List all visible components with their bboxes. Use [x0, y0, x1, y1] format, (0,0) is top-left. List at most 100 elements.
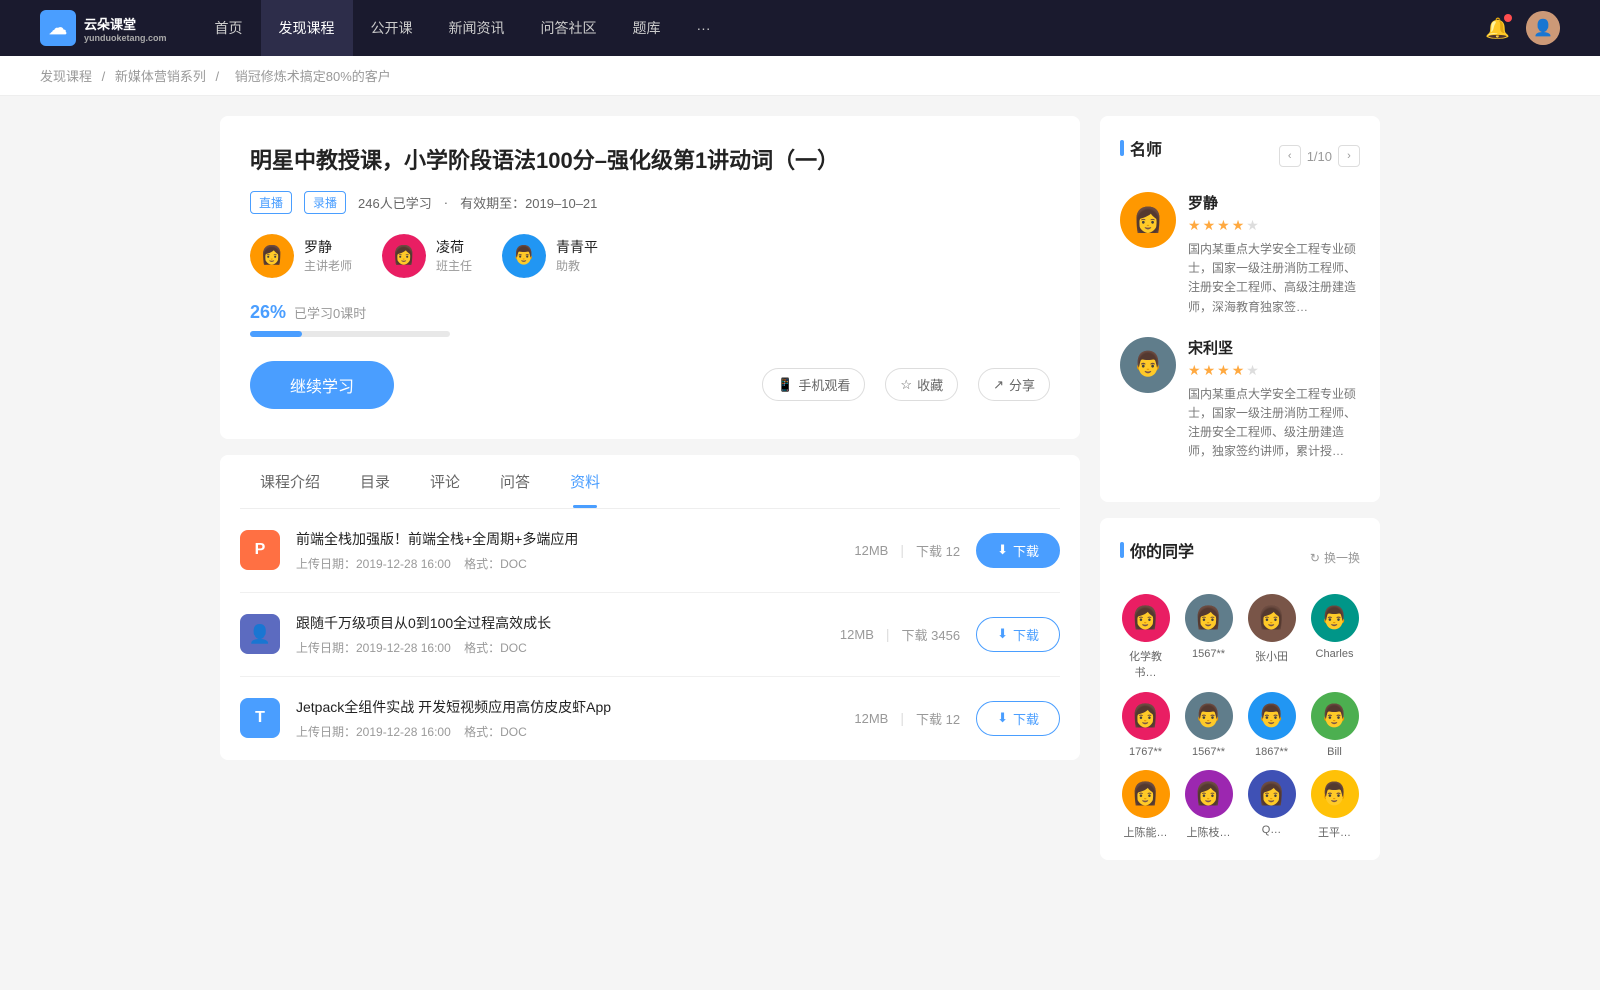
classmate-name-11: 王平… [1318, 824, 1351, 840]
nav-qa[interactable]: 问答社区 [523, 0, 615, 56]
nav-exam[interactable]: 题库 [615, 0, 679, 56]
nav-open[interactable]: 公开课 [353, 0, 431, 56]
classmates-header: 你的同学 ↻ 换一换 [1120, 538, 1360, 578]
refresh-classmates-button[interactable]: ↻ 换一换 [1310, 549, 1360, 566]
course-card: 明星中教授课，小学阶段语法100分–强化级第1讲动词（一） 直播 录播 246人… [220, 116, 1080, 439]
teachers-pagination: ‹ 1/10 › [1279, 145, 1360, 167]
breadcrumb: 发现课程 / 新媒体营销系列 / 销冠修炼术搞定80%的客户 [0, 56, 1600, 96]
classmates-grid: 👩 化学教书… 👩 1567** 👩 张小田 👨 Charles 👩 [1120, 594, 1360, 840]
classmate-avatar-8: 👩 [1122, 770, 1170, 818]
classmate-name-3: Charles [1316, 648, 1354, 660]
resource-info-0: 前端全栈加强版！前端全栈+全周期+多端应用 上传日期：2019-12-28 16… [296, 529, 838, 572]
classmate-11: 👨 王平… [1309, 770, 1360, 840]
badge-live: 直播 [250, 191, 292, 214]
resource-item-1: 👤 跟随千万级项目从0到100全过程高效成长 上传日期：2019-12-28 1… [240, 593, 1060, 677]
classmate-1: 👩 1567** [1183, 594, 1234, 680]
classmate-name-5: 1567** [1192, 746, 1225, 758]
progress-pct: 26% [250, 302, 286, 323]
sidebar-teacher-desc-0: 国内某重点大学安全工程专业硕士，国家一级注册消防工程师、注册安全工程师、高级注册… [1188, 240, 1360, 317]
breadcrumb-current: 销冠修炼术搞定80%的客户 [235, 69, 391, 84]
star-icon: ☆ [900, 377, 912, 393]
main-layout: 明星中教授课，小学阶段语法100分–强化级第1讲动词（一） 直播 录播 246人… [200, 116, 1400, 876]
classmate-6: 👨 1867** [1246, 692, 1297, 758]
progress-bar-fill [250, 331, 302, 337]
nav-home[interactable]: 首页 [197, 0, 261, 56]
left-content: 明星中教授课，小学阶段语法100分–强化级第1讲动词（一） 直播 录播 246人… [220, 116, 1080, 876]
logo[interactable]: ☁ 云朵课堂 yunduoketang.com [40, 10, 167, 46]
badge-record: 录播 [304, 191, 346, 214]
classmate-avatar-6: 👨 [1248, 692, 1296, 740]
tab-resources[interactable]: 资料 [550, 455, 620, 508]
resource-size-2: 12MB | 下载 12 [854, 709, 960, 728]
classmate-avatar-3: 👨 [1311, 594, 1359, 642]
resource-item-2: T Jetpack全组件实战 开发短视频应用高仿皮皮虾App 上传日期：2019… [240, 677, 1060, 760]
classmate-name-10: Q… [1262, 824, 1282, 836]
breadcrumb-link-1[interactable]: 新媒体营销系列 [115, 69, 206, 84]
teacher-name-0: 罗静 [304, 237, 352, 257]
tabs-card: 课程介绍 目录 评论 问答 资料 P 前端全栈加强版！前端全栈+全周期+多端应用… [220, 455, 1080, 760]
resource-meta-0: 上传日期：2019-12-28 16:00 格式：DOC [296, 555, 838, 572]
classmate-name-0: 化学教书… [1120, 648, 1171, 680]
classmate-0: 👩 化学教书… [1120, 594, 1171, 680]
classmate-avatar-2: 👩 [1248, 594, 1296, 642]
collect-button[interactable]: ☆ 收藏 [885, 368, 958, 401]
teacher-2: 👨 青青平 助教 [502, 234, 598, 278]
logo-text: 云朵课堂 yunduoketang.com [84, 14, 167, 43]
sidebar-teacher-1: 👨 宋利坚 ★ ★ ★ ★ ★ 国内某重点大学安全工程专业硕士，国家一级注册消防… [1120, 337, 1360, 462]
teacher-role-2: 助教 [556, 257, 598, 274]
continue-button[interactable]: 继续学习 [250, 361, 394, 409]
resource-name-0: 前端全栈加强版！前端全栈+全周期+多端应用 [296, 529, 838, 549]
user-avatar[interactable]: 👤 [1526, 11, 1560, 45]
action-row: 继续学习 📱 手机观看 ☆ 收藏 ↗ 分享 [250, 361, 1050, 409]
teacher-avatar-1: 👩 [382, 234, 426, 278]
resource-meta-2: 上传日期：2019-12-28 16:00 格式：DOC [296, 723, 838, 740]
resource-name-1: 跟随千万级项目从0到100全过程高效成长 [296, 613, 824, 633]
sidebar-teacher-stars-1: ★ ★ ★ ★ ★ [1188, 362, 1360, 379]
download-icon-2: ⬇ [997, 710, 1008, 726]
resource-info-2: Jetpack全组件实战 开发短视频应用高仿皮皮虾App 上传日期：2019-1… [296, 697, 838, 740]
sidebar-teacher-name-0: 罗静 [1188, 192, 1360, 213]
classmate-name-7: Bill [1327, 746, 1342, 758]
classmates-sidebar-card: 你的同学 ↻ 换一换 👩 化学教书… 👩 1567** 👩 张 [1100, 518, 1380, 860]
pagination-prev[interactable]: ‹ [1279, 145, 1301, 167]
teachers-section-header: 名师 ‹ 1/10 › [1120, 136, 1360, 176]
classmate-7: 👨 Bill [1309, 692, 1360, 758]
classmate-avatar-5: 👨 [1185, 692, 1233, 740]
classmate-3: 👨 Charles [1309, 594, 1360, 680]
notification-bell[interactable]: 🔔 [1485, 16, 1510, 41]
download-button-2[interactable]: ⬇ 下载 [976, 701, 1060, 736]
download-button-1[interactable]: ⬇ 下载 [976, 617, 1060, 652]
teachers-section-title: 名师 [1120, 136, 1162, 160]
classmate-name-2: 张小田 [1255, 648, 1288, 664]
sidebar-teacher-stars-0: ★ ★ ★ ★ ★ [1188, 217, 1360, 234]
nav-news[interactable]: 新闻资讯 [431, 0, 523, 56]
classmate-avatar-1: 👩 [1185, 594, 1233, 642]
learner-count: 246人已学习 [358, 193, 432, 212]
teacher-0: 👩 罗静 主讲老师 [250, 234, 352, 278]
course-title: 明星中教授课，小学阶段语法100分–强化级第1讲动词（一） [250, 146, 1050, 177]
teacher-1: 👩 凌荷 班主任 [382, 234, 472, 278]
share-button[interactable]: ↗ 分享 [978, 368, 1050, 401]
tab-intro[interactable]: 课程介绍 [240, 455, 340, 508]
nav-discover[interactable]: 发现课程 [261, 0, 353, 56]
mobile-watch-button[interactable]: 📱 手机观看 [762, 368, 865, 401]
teacher-avatar-2: 👨 [502, 234, 546, 278]
sidebar-teacher-avatar-0: 👩 [1120, 192, 1176, 248]
breadcrumb-link-0[interactable]: 发现课程 [40, 69, 92, 84]
nav-more[interactable]: ··· [679, 0, 729, 56]
classmate-2: 👩 张小田 [1246, 594, 1297, 680]
teachers-sidebar-card: 名师 ‹ 1/10 › 👩 罗静 ★ ★ ★ ★ [1100, 116, 1380, 502]
tab-qa[interactable]: 问答 [480, 455, 550, 508]
resource-info-1: 跟随千万级项目从0到100全过程高效成长 上传日期：2019-12-28 16:… [296, 613, 824, 656]
classmate-name-1: 1567** [1192, 648, 1225, 660]
tabs-header: 课程介绍 目录 评论 问答 资料 [240, 455, 1060, 509]
pagination-next[interactable]: › [1338, 145, 1360, 167]
tab-toc[interactable]: 目录 [340, 455, 410, 508]
download-button-0[interactable]: ⬇ 下载 [976, 533, 1060, 568]
mobile-icon: 📱 [777, 377, 793, 393]
progress-label: 已学习0课时 [294, 303, 366, 322]
logo-name-cn: 云朵课堂 [84, 14, 167, 33]
classmate-10: 👩 Q… [1246, 770, 1297, 840]
tab-review[interactable]: 评论 [410, 455, 480, 508]
resource-meta-1: 上传日期：2019-12-28 16:00 格式：DOC [296, 639, 824, 656]
